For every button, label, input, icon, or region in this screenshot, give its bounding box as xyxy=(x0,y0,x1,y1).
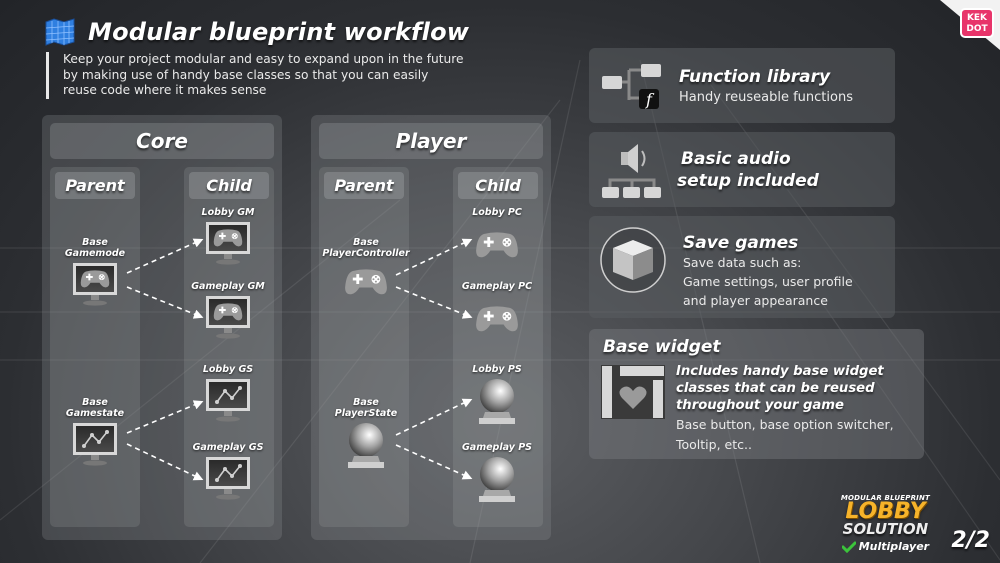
node-gameplay-ps[interactable]: Gameplay PS xyxy=(449,442,545,504)
card-save-games: Save games Save data such as: Game setti… xyxy=(589,216,895,318)
monitor-gamepad-icon xyxy=(205,295,251,339)
kekdot-logo: KEK DOT xyxy=(960,8,994,38)
sphere-pedestal-icon xyxy=(344,422,388,470)
card-text: Handy reuseable functions xyxy=(679,90,853,105)
monitor-chart-icon xyxy=(72,422,118,466)
node-gameplay-gs[interactable]: Gameplay GS xyxy=(180,442,276,500)
cube-icon xyxy=(600,227,666,293)
card-title: Basic audio xyxy=(681,149,791,169)
function-tree-icon: f xyxy=(602,64,661,109)
parent-column: Parent xyxy=(50,167,140,527)
node-lobby-ps[interactable]: Lobby PS xyxy=(449,364,545,426)
node-gameplay-pc[interactable]: Gameplay PC xyxy=(449,281,545,334)
blueprint-map-icon xyxy=(45,18,75,46)
node-base-playercontroller[interactable]: Base PlayerController xyxy=(318,237,414,297)
multiplayer-tag: Multiplayer xyxy=(841,540,930,553)
card-function-library: f Function library Handy reuseable funct… xyxy=(589,48,895,123)
card-subtitle: throughout your game xyxy=(676,398,844,413)
column-header: Parent xyxy=(55,172,135,199)
checkmark-icon xyxy=(841,541,856,553)
parent-column: Parent xyxy=(319,167,409,527)
node-label: Base xyxy=(82,237,108,248)
card-text: Base button, base option switcher, xyxy=(676,417,894,432)
node-label: Base xyxy=(353,397,379,408)
node-label: Gameplay GS xyxy=(192,442,264,453)
card-text: Tooltip, etc.. xyxy=(676,437,752,452)
node-label: Lobby GM xyxy=(201,207,255,218)
widget-heart-icon xyxy=(601,365,665,419)
monitor-gamepad-icon xyxy=(72,262,118,306)
header: Modular blueprint workflow xyxy=(44,18,469,46)
card-text: Save data such as: xyxy=(683,255,802,270)
intro-line: Keep your project modular and easy to ex… xyxy=(63,52,464,66)
group-title: Player xyxy=(319,123,543,159)
card-base-widget: Base widget Includes handy base widget c… xyxy=(589,329,924,459)
brand-line-2: DOT xyxy=(966,24,988,34)
logo-solution-text: SOLUTION xyxy=(842,520,929,538)
node-label: Lobby GS xyxy=(202,364,254,375)
node-lobby-gm[interactable]: Lobby GM xyxy=(180,207,276,265)
multiplayer-label: Multiplayer xyxy=(858,540,930,553)
sphere-pedestal-icon xyxy=(475,378,519,426)
group-title: Core xyxy=(50,123,274,159)
card-title: Base widget xyxy=(603,337,721,357)
page-title: Modular blueprint workflow xyxy=(88,18,470,46)
node-label: Gamemode xyxy=(64,248,126,259)
card-basic-audio: Basic audio setup included xyxy=(589,132,895,207)
gamepad-icon xyxy=(475,304,519,334)
node-label: Base xyxy=(82,397,108,408)
card-title: Save games xyxy=(683,233,799,253)
monitor-gamepad-icon xyxy=(205,221,251,265)
card-subtitle: classes that can be reused xyxy=(676,381,875,396)
node-label: Gameplay PC xyxy=(461,281,533,292)
node-label: PlayerState xyxy=(334,408,398,419)
node-base-gamestate[interactable]: Base Gamestate xyxy=(47,397,143,466)
monitor-chart-icon xyxy=(205,378,251,422)
node-label: Gameplay PS xyxy=(461,442,533,453)
node-lobby-gs[interactable]: Lobby GS xyxy=(180,364,276,422)
gamepad-icon xyxy=(475,230,519,260)
node-gameplay-gm[interactable]: Gameplay GM xyxy=(180,281,276,339)
node-base-gamemode[interactable]: Base Gamemode xyxy=(47,237,143,306)
node-base-playerstate[interactable]: Base PlayerState xyxy=(318,397,414,470)
node-label: Base xyxy=(353,237,379,248)
gamepad-icon xyxy=(344,267,388,297)
sphere-pedestal-icon xyxy=(475,456,519,504)
audio-tree-icon xyxy=(602,144,661,198)
card-text: and player appearance xyxy=(683,293,828,308)
node-label: Gamestate xyxy=(65,408,125,419)
logo-lobby-text: LOBBY xyxy=(845,499,926,524)
card-title: Function library xyxy=(679,67,831,87)
column-header: Child xyxy=(189,172,269,199)
node-label: PlayerController xyxy=(322,248,410,259)
node-lobby-pc[interactable]: Lobby PC xyxy=(449,207,545,260)
card-text: Game settings, user profile xyxy=(683,274,853,289)
card-title: setup included xyxy=(677,171,819,191)
intro-line: by making use of handy base classes so t… xyxy=(63,67,429,82)
node-label: Gameplay GM xyxy=(191,281,265,292)
card-subtitle: Includes handy base widget xyxy=(676,364,884,379)
node-label: Lobby PC xyxy=(472,207,522,218)
product-logo: MODULAR BLUEPRINT LOBBY SOLUTION Multipl… xyxy=(841,494,930,553)
column-header: Parent xyxy=(324,172,404,199)
page-indicator: 2/2 xyxy=(951,528,990,553)
monitor-chart-icon xyxy=(205,456,251,500)
node-label: Lobby PS xyxy=(472,364,522,375)
brand-line-1: KEK xyxy=(966,13,988,23)
intro-text: Keep your project modular and easy to ex… xyxy=(46,52,516,99)
intro-line: reuse code where it makes sense xyxy=(63,83,267,97)
column-header: Child xyxy=(458,172,538,199)
